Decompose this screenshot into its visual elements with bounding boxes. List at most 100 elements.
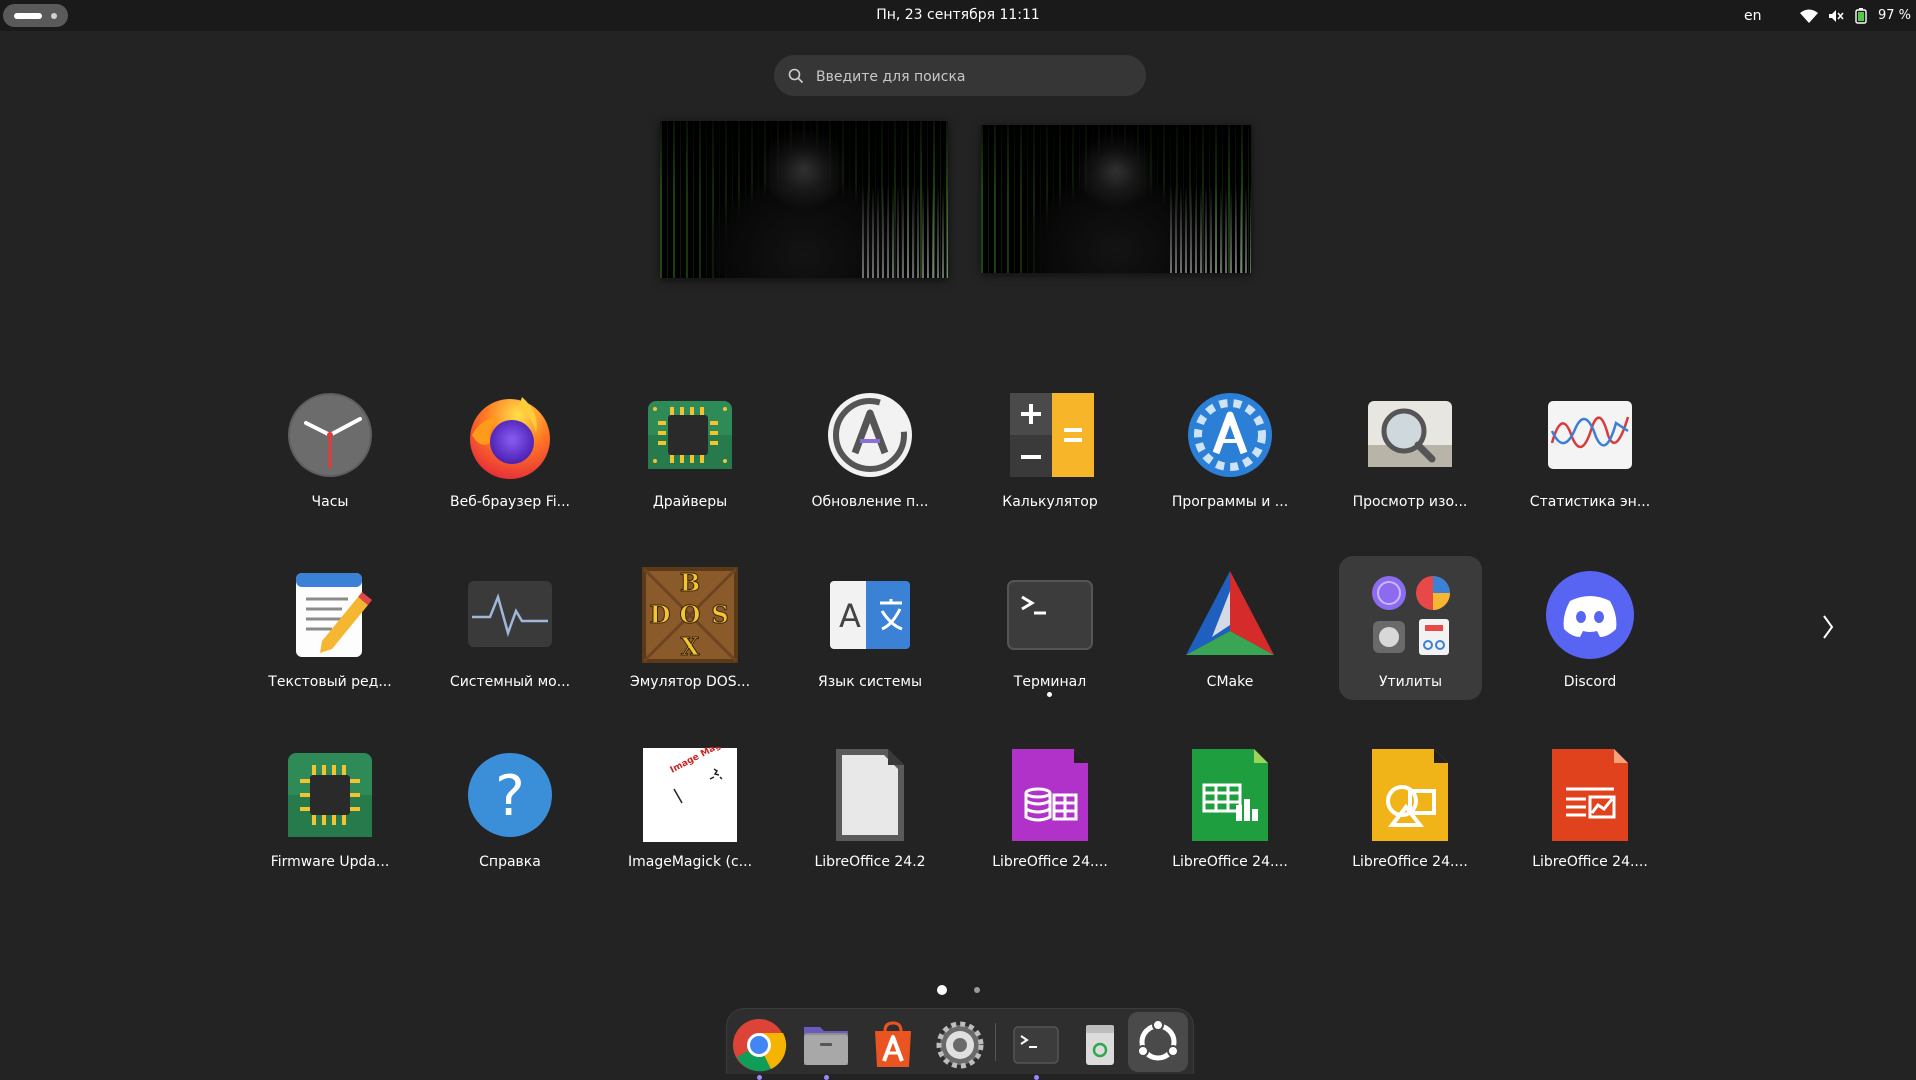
system-monitor-icon [468, 581, 552, 647]
app-label: Статистика эн... [1529, 494, 1651, 510]
chip-icon [648, 401, 732, 469]
language-icon: A [830, 581, 910, 649]
app-folder-utilities[interactable]: Утилиты [1339, 556, 1482, 700]
power-statistics-icon [1548, 401, 1632, 469]
workspace-indicator-active [14, 13, 42, 19]
app-label: Утилиты [1378, 674, 1443, 690]
search-bar[interactable] [774, 55, 1146, 98]
clock-area: Пн, 23 сентября 11:11 [0, 7, 1916, 23]
app-libreoffice-base[interactable]: LibreOffice 24.... [975, 747, 1125, 870]
app-label: Справка [479, 854, 541, 870]
app-label: LibreOffice 24.... [1172, 854, 1288, 870]
dock-item-files[interactable] [798, 1017, 854, 1080]
cmake-icon [1186, 571, 1274, 655]
app-label: Веб-браузер Fi... [450, 494, 570, 510]
wallpaper-glitch [1170, 184, 1251, 273]
dosbox-letter: X [681, 632, 700, 661]
dock-item-chrome[interactable] [731, 1017, 787, 1080]
dock [726, 1008, 1194, 1080]
page-indicator[interactable] [974, 987, 980, 993]
workspace-indicator [51, 13, 57, 19]
wifi-icon [1800, 9, 1818, 23]
app-firefox[interactable]: Веб-браузер Fi... [435, 387, 585, 510]
software-updater-icon [828, 393, 912, 477]
app-libreoffice-draw[interactable]: LibreOffice 24.... [1335, 747, 1485, 870]
language-label: en [1744, 7, 1762, 24]
system-menu[interactable]: 97 % [1800, 0, 1911, 31]
libreoffice-icon [836, 749, 904, 841]
app-label: Часы [311, 494, 349, 510]
search-icon [788, 68, 804, 84]
app-calculator[interactable]: Калькулятор [975, 387, 1125, 510]
date-time[interactable]: Пн, 23 сентября 11:11 [876, 7, 1040, 23]
chrome-icon [733, 1019, 787, 1072]
text-editor-icon [296, 573, 372, 657]
app-terminal[interactable]: Терминал [975, 567, 1125, 697]
dock-item-settings[interactable] [932, 1017, 988, 1073]
app-text-editor[interactable]: Текстовый ред... [255, 567, 405, 690]
page-indicator-active[interactable] [937, 985, 947, 995]
app-software-updater[interactable]: Обновление п... [795, 387, 945, 510]
dosbox-letter: S [711, 600, 728, 629]
app-help[interactable]: ? Справка [435, 747, 585, 870]
app-libreoffice[interactable]: LibreOffice 24.2 [795, 747, 945, 870]
search-input[interactable] [814, 55, 1138, 98]
app-dosbox[interactable]: B D O S X Эмулятор DOS... [615, 567, 765, 690]
firmware-icon [288, 753, 372, 837]
app-label: LibreOffice 24.... [1352, 854, 1468, 870]
app-label: Обновление п... [811, 494, 929, 510]
running-indicator [1034, 1075, 1039, 1080]
dock-item-terminal[interactable] [1008, 1017, 1064, 1080]
app-label: ImageMagick (c... [627, 854, 753, 870]
workspace-thumbnail-2[interactable] [981, 125, 1251, 273]
app-cmake[interactable]: CMake [1155, 567, 1305, 690]
app-software-properties[interactable]: Программы и ... [1155, 387, 1305, 510]
app-label: LibreOffice 24.2 [814, 854, 926, 870]
image-viewer-icon [1368, 401, 1452, 467]
top-bar: Пн, 23 сентября 11:11 en 97 % [0, 0, 1916, 31]
show-apps-icon [1137, 1019, 1179, 1061]
app-system-monitor[interactable]: Системный мо... [435, 567, 585, 690]
app-label: CMake [1206, 674, 1254, 690]
dock-item-app-center[interactable] [865, 1017, 921, 1073]
activities-button[interactable] [3, 4, 68, 27]
app-label: Текстовый ред... [268, 674, 392, 690]
app-power-statistics[interactable]: Статистика эн... [1515, 387, 1665, 510]
battery-icon [1855, 7, 1867, 24]
app-label: Драйверы [652, 494, 728, 510]
app-firmware-updater[interactable]: Firmware Upda... [255, 747, 405, 870]
libreoffice-draw-icon [1372, 749, 1448, 841]
app-discord[interactable]: Discord [1515, 567, 1665, 690]
app-language-support[interactable]: A Язык системы [795, 567, 945, 690]
firefox-icon [470, 397, 550, 479]
dosbox-letter: B [680, 568, 700, 597]
libreoffice-calc-icon [1192, 749, 1268, 841]
app-libreoffice-calc[interactable]: LibreOffice 24.... [1155, 747, 1305, 870]
app-imagemagick[interactable]: Image Magick ImageMagick (c... [615, 747, 765, 870]
libreoffice-base-icon [1012, 749, 1088, 841]
wallpaper-glitch [861, 183, 948, 278]
imagemagick-icon: Image Magick [643, 747, 737, 842]
volume-muted-icon [1829, 9, 1844, 22]
app-label: Системный мо... [449, 674, 571, 690]
dosbox-letter: D [650, 600, 671, 629]
dosbox-icon: B D O S X [642, 567, 738, 663]
dock-item-trash[interactable] [1072, 1017, 1128, 1073]
app-label: Язык системы [817, 674, 922, 690]
app-center-icon [875, 1021, 911, 1067]
app-drivers[interactable]: Драйверы [615, 387, 765, 510]
app-label: LibreOffice 24.... [1532, 854, 1648, 870]
language-indicator[interactable]: en [1744, 0, 1762, 31]
app-libreoffice-impress[interactable]: LibreOffice 24.... [1515, 747, 1665, 870]
app-image-viewer[interactable]: Просмотр изо... [1335, 387, 1485, 510]
terminal-icon [1013, 1026, 1059, 1064]
dock-item-show-apps[interactable] [1128, 1012, 1188, 1072]
software-properties-icon [1188, 393, 1272, 477]
next-page-arrow-icon[interactable] [1816, 612, 1840, 642]
files-icon [804, 1027, 848, 1065]
workspace-thumbnail-1[interactable] [660, 121, 948, 278]
app-label: Firmware Upda... [270, 854, 390, 870]
running-indicator [757, 1075, 762, 1080]
app-clocks[interactable]: Часы [255, 387, 405, 510]
trash-icon [1086, 1025, 1114, 1065]
